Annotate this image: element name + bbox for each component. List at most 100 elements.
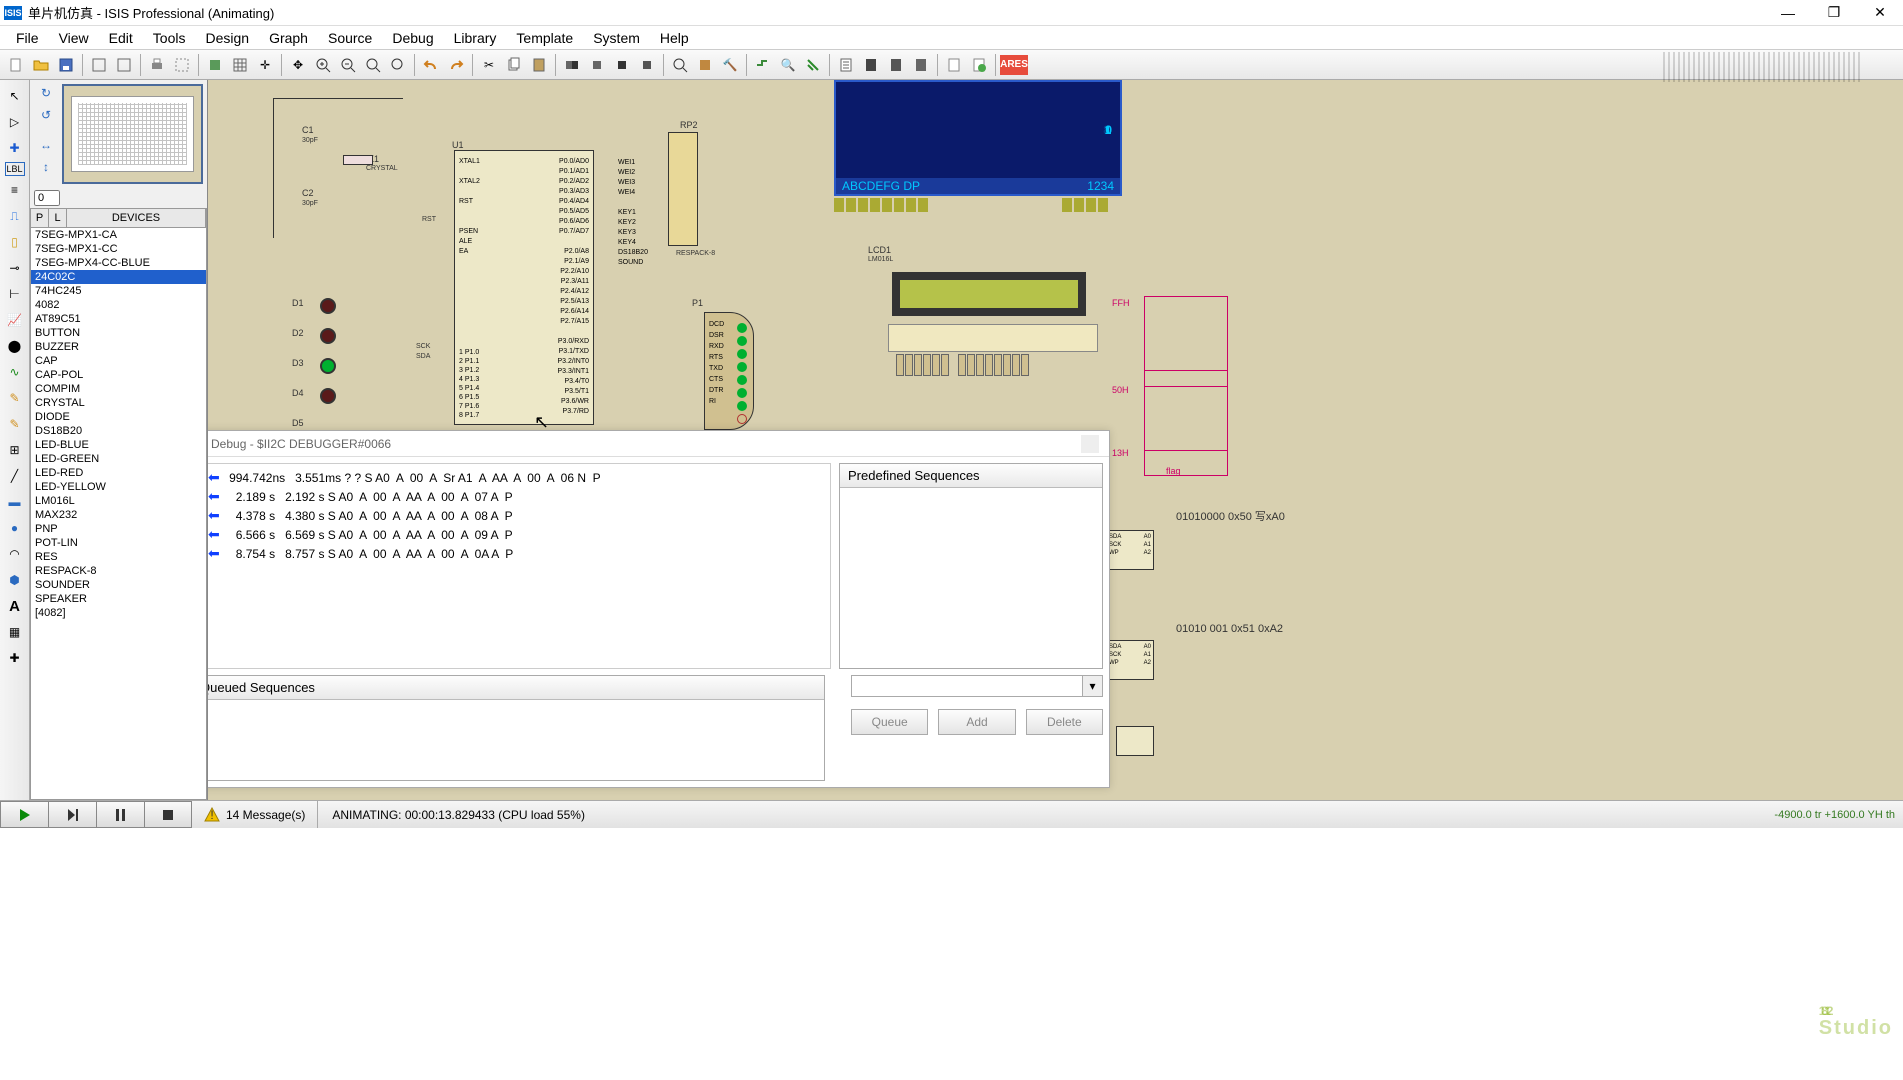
- text-script-icon[interactable]: ≡: [3, 178, 27, 202]
- menu-view[interactable]: View: [49, 27, 99, 49]
- bom-icon[interactable]: [834, 53, 858, 77]
- ares-button[interactable]: ARES: [1000, 55, 1028, 75]
- menu-help[interactable]: Help: [650, 27, 699, 49]
- import-icon[interactable]: [87, 53, 111, 77]
- line-icon[interactable]: ╱: [3, 464, 27, 488]
- block-copy-icon[interactable]: [560, 53, 584, 77]
- undo-icon[interactable]: [419, 53, 443, 77]
- box-icon[interactable]: ▬: [3, 490, 27, 514]
- device-item[interactable]: 7SEG-MPX1-CC: [31, 242, 206, 256]
- device-item[interactable]: [4082]: [31, 606, 206, 620]
- device-item[interactable]: PNP: [31, 522, 206, 536]
- bus-mode-icon[interactable]: ⎍: [3, 204, 27, 228]
- search-icon[interactable]: 🔍: [776, 53, 800, 77]
- device-item[interactable]: LM016L: [31, 494, 206, 508]
- tape-icon[interactable]: ⬤: [3, 334, 27, 358]
- device-item[interactable]: SOUNDER: [31, 578, 206, 592]
- device-item[interactable]: BUZZER: [31, 340, 206, 354]
- device-item[interactable]: SPEAKER: [31, 592, 206, 606]
- queue-button[interactable]: Queue: [851, 709, 928, 735]
- delete-button[interactable]: Delete: [1026, 709, 1103, 735]
- menu-design[interactable]: Design: [195, 27, 259, 49]
- device-item[interactable]: LED-GREEN: [31, 452, 206, 466]
- menu-tools[interactable]: Tools: [143, 27, 196, 49]
- menu-file[interactable]: File: [6, 27, 49, 49]
- device-item[interactable]: DIODE: [31, 410, 206, 424]
- netlist2-icon[interactable]: [909, 53, 933, 77]
- overview-panel[interactable]: [62, 84, 203, 184]
- sequence-dropdown-icon[interactable]: ▾: [1083, 675, 1103, 697]
- rotate-ccw-icon[interactable]: ↺: [36, 106, 56, 124]
- pan-icon[interactable]: ✥: [286, 53, 310, 77]
- device-item[interactable]: 7SEG-MPX1-CA: [31, 228, 206, 242]
- device-item[interactable]: POT-LIN: [31, 536, 206, 550]
- block-rotate-icon[interactable]: [610, 53, 634, 77]
- arc-icon[interactable]: ◠: [3, 542, 27, 566]
- chip-u1[interactable]: XTAL1 XTAL2 RST PSENALEEA P0.0/AD0P0.1/A…: [454, 150, 594, 425]
- menu-system[interactable]: System: [583, 27, 650, 49]
- property-icon[interactable]: [801, 53, 825, 77]
- new-sheet-icon[interactable]: [942, 53, 966, 77]
- symbol-icon[interactable]: ▦: [3, 620, 27, 644]
- voltage-probe-icon[interactable]: ✎: [3, 386, 27, 410]
- debug-close-button[interactable]: [1081, 435, 1099, 453]
- menu-library[interactable]: Library: [444, 27, 507, 49]
- sequence-input[interactable]: [851, 675, 1083, 697]
- menu-edit[interactable]: Edit: [99, 27, 143, 49]
- device-item[interactable]: CAP-POL: [31, 368, 206, 382]
- device-item[interactable]: BUTTON: [31, 326, 206, 340]
- maximize-button[interactable]: ❐: [1811, 0, 1857, 26]
- menu-source[interactable]: Source: [318, 27, 382, 49]
- grid-icon[interactable]: [228, 53, 252, 77]
- led-d4[interactable]: [320, 388, 336, 404]
- chip-eeprom-1[interactable]: SDASCKWP A0A1A2: [1106, 530, 1154, 570]
- graph-mode-icon[interactable]: 📈: [3, 308, 27, 332]
- close-button[interactable]: ✕: [1857, 0, 1903, 26]
- zoom-in-icon[interactable]: [311, 53, 335, 77]
- origin-icon[interactable]: ✛: [253, 53, 277, 77]
- marker-icon[interactable]: ✚: [3, 646, 27, 670]
- device-item[interactable]: 7SEG-MPX4-CC-BLUE: [31, 256, 206, 270]
- zoom-all-icon[interactable]: [361, 53, 385, 77]
- device-item[interactable]: CAP: [31, 354, 206, 368]
- device-item[interactable]: AT89C51: [31, 312, 206, 326]
- current-probe-icon[interactable]: ✎: [3, 412, 27, 436]
- device-header-p[interactable]: P: [31, 209, 49, 227]
- chip-eeprom-2[interactable]: SDASCKWP A0A1A2: [1106, 640, 1154, 680]
- device-item[interactable]: 4082: [31, 298, 206, 312]
- step-button[interactable]: [48, 801, 96, 828]
- export-icon[interactable]: [112, 53, 136, 77]
- device-item[interactable]: DS18B20: [31, 424, 206, 438]
- stop-button[interactable]: [144, 801, 192, 828]
- block-move-icon[interactable]: [585, 53, 609, 77]
- terminals-icon[interactable]: ⊸: [3, 256, 27, 280]
- device-item[interactable]: MAX232: [31, 508, 206, 522]
- message-count[interactable]: 14 Message(s): [226, 808, 305, 822]
- netlist-icon[interactable]: [884, 53, 908, 77]
- path-icon[interactable]: ⬢: [3, 568, 27, 592]
- trace-row[interactable]: +⬅ 994.742ns 3.551ms ? ? S A0 A 00 A Sr …: [208, 468, 826, 487]
- cut-icon[interactable]: ✂: [477, 53, 501, 77]
- device-item[interactable]: COMPIM: [31, 382, 206, 396]
- label-mode-icon[interactable]: LBL: [5, 162, 25, 176]
- device-item[interactable]: CRYSTAL: [31, 396, 206, 410]
- print-area-icon[interactable]: [170, 53, 194, 77]
- instruments-icon[interactable]: ⊞: [3, 438, 27, 462]
- save-icon[interactable]: [54, 53, 78, 77]
- rotation-input[interactable]: [34, 190, 60, 206]
- device-item[interactable]: 74HC245: [31, 284, 206, 298]
- junction-icon[interactable]: ✚: [3, 136, 27, 160]
- device-list[interactable]: 7SEG-MPX1-CA7SEG-MPX1-CC7SEG-MPX4-CC-BLU…: [30, 228, 207, 800]
- text-icon[interactable]: A: [3, 594, 27, 618]
- wire-autoroute-icon[interactable]: [751, 53, 775, 77]
- make-device-icon[interactable]: [693, 53, 717, 77]
- connector-p1[interactable]: DCDDSRRXDRTSTXDCTSDTRRI: [704, 312, 754, 430]
- led-d2[interactable]: [320, 328, 336, 344]
- i2c-debug-panel[interactable]: I2C Debug - $II2C DEBUGGER#0066 +⬅ 994.7…: [208, 430, 1110, 788]
- device-item[interactable]: LED-RED: [31, 466, 206, 480]
- chip-eeprom-3[interactable]: [1116, 726, 1154, 756]
- i2c-trace-list[interactable]: +⬅ 994.742ns 3.551ms ? ? S A0 A 00 A Sr …: [208, 463, 831, 669]
- device-item[interactable]: RES: [31, 550, 206, 564]
- component-mode-icon[interactable]: ▷: [3, 110, 27, 134]
- trace-row[interactable]: +⬅ 4.378 s 4.380 s S A0 A 00 A AA A 00 A…: [208, 506, 826, 525]
